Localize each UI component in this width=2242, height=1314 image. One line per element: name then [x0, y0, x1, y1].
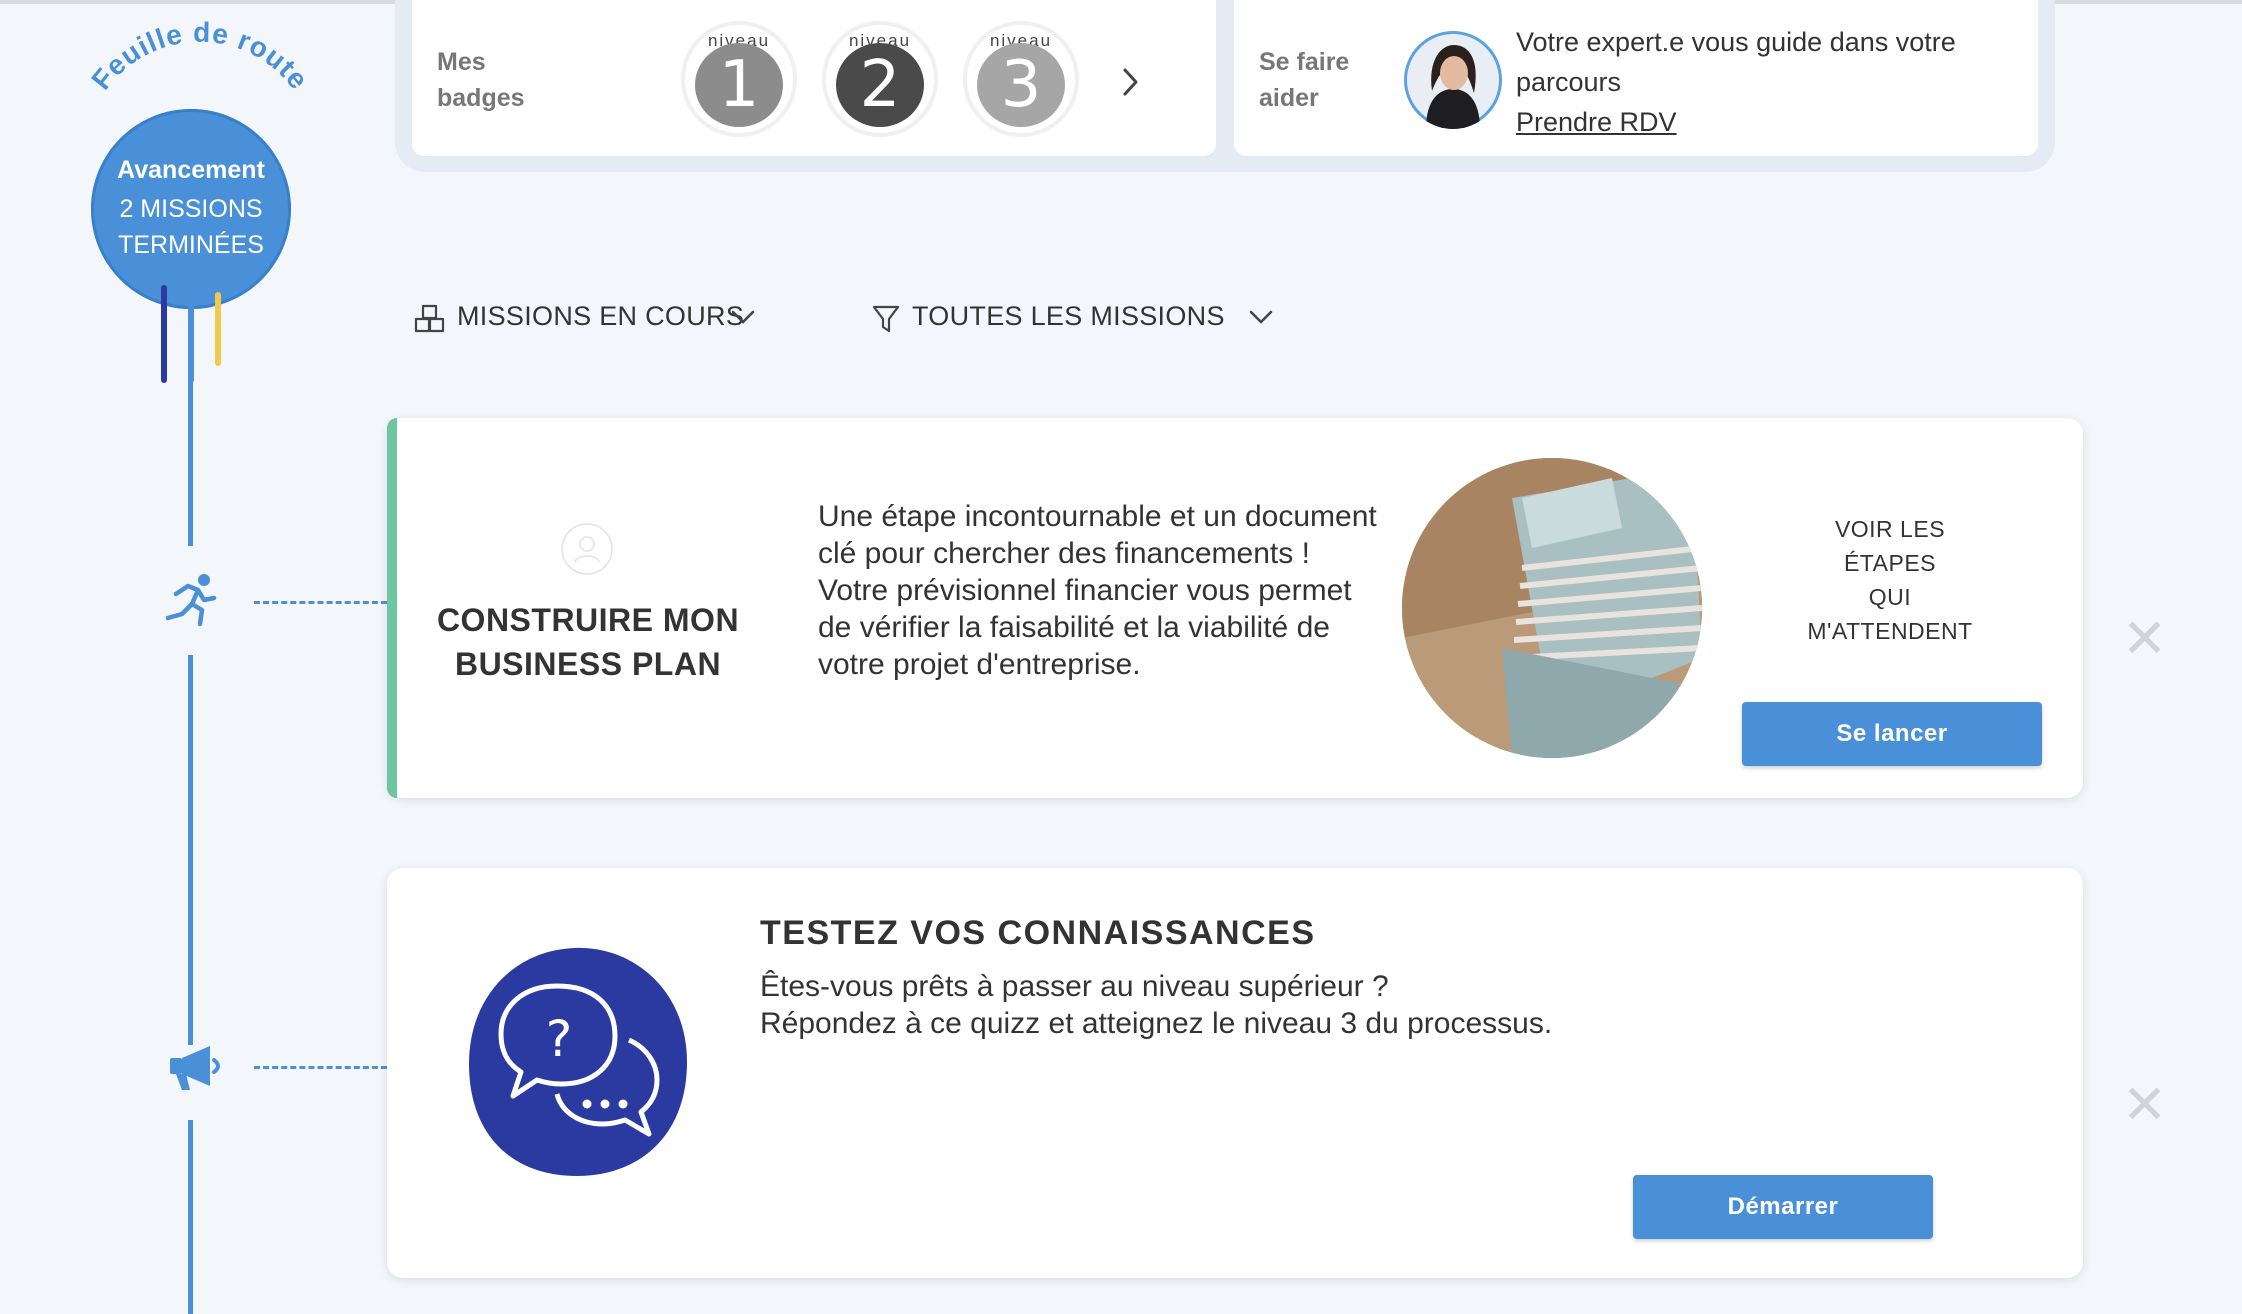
user-placeholder-icon	[561, 523, 613, 575]
help-label: Se faire aider	[1259, 44, 1349, 116]
badge-number: 1	[695, 43, 783, 127]
badge-level-3[interactable]: niveau 3	[967, 25, 1075, 133]
badge-number: 2	[836, 43, 924, 127]
help-label-line1: Se faire	[1259, 48, 1350, 76]
close-icon[interactable]: ✕	[2122, 1078, 2167, 1132]
progress-count: 2 MISSIONS	[119, 194, 263, 223]
badges-label-line1: Mes	[437, 48, 486, 76]
help-label-line2: aider	[1259, 84, 1319, 112]
running-person-icon	[165, 574, 217, 627]
badges-label-line2: badges	[437, 84, 525, 112]
mission-title: CONSTRUIRE MON BUSINESS PLAN	[418, 598, 758, 686]
steps-line2: ÉTAPES	[1843, 550, 1937, 576]
roadmap-title: Feuille de route	[85, 20, 313, 95]
start-mission-button[interactable]: Se lancer	[1742, 702, 2042, 766]
funnel-icon	[872, 305, 900, 333]
filter-all-missions[interactable]: TOUTES LES MISSIONS	[912, 301, 1225, 332]
boxes-icon	[414, 304, 445, 333]
timeline-line	[188, 655, 193, 1045]
timeline-line	[188, 1120, 193, 1314]
progress-title: Avancement	[117, 155, 265, 184]
timeline-line	[188, 378, 193, 546]
progress-circle: Avancement 2 MISSIONS TERMINÉES	[91, 109, 291, 309]
chevron-down-icon[interactable]	[730, 308, 756, 326]
megaphone-icon	[170, 1046, 220, 1090]
roadmap-arc-title: Feuille de route	[85, 20, 314, 95]
timeline-connector	[254, 601, 387, 604]
quiz-description: Êtes-vous prêts à passer au niveau supér…	[760, 968, 1960, 1042]
badges-label: Mes badges	[437, 44, 525, 116]
quiz-title: TESTEZ VOS CONNAISSANCES	[760, 914, 1316, 952]
help-description: Votre expert.e vous guide dans votre par…	[1516, 27, 1956, 97]
book-appointment-link[interactable]: Prendre RDV	[1516, 107, 1677, 137]
help-text-block: Votre expert.e vous guide dans votre par…	[1516, 22, 2016, 142]
badge-number: 3	[977, 43, 1065, 127]
svg-text:?: ?	[546, 1010, 573, 1068]
see-steps-link[interactable]: VOIR LES ÉTAPES QUI M'ATTENDENT	[1760, 512, 2020, 648]
start-quiz-button[interactable]: Démarrer	[1633, 1175, 1933, 1239]
progress-status: TERMINÉES	[118, 230, 264, 259]
filter-current-missions[interactable]: MISSIONS EN COURS	[457, 301, 744, 332]
quiz-description-line2: Répondez à ce quizz et atteignez le nive…	[760, 1007, 1553, 1040]
mission-card-accent	[387, 418, 397, 798]
badge-level-1[interactable]: niveau 1	[685, 25, 793, 133]
steps-line3: QUI	[1868, 584, 1912, 610]
mission-description: Une étape incontournable et un document …	[818, 500, 1377, 681]
timeline-connector	[254, 1066, 387, 1069]
expert-avatar	[1404, 31, 1502, 129]
mission-photo-file-folder	[1402, 458, 1702, 758]
badge-level-2[interactable]: niveau 2	[826, 25, 934, 133]
progress-bar-navy	[161, 285, 167, 383]
quiz-icon: ?	[469, 947, 687, 1176]
mission-title-line2: BUSINESS PLAN	[454, 646, 722, 682]
progress-bar-yellow	[215, 292, 221, 366]
progress-bar-blue	[188, 285, 194, 383]
svg-text:Feuille de route: Feuille de route	[85, 20, 314, 95]
steps-line4: M'ATTENDENT	[1807, 618, 1973, 644]
steps-line1: VOIR LES	[1834, 516, 1946, 542]
close-icon[interactable]: ✕	[2122, 612, 2167, 666]
chevron-down-icon[interactable]	[1248, 308, 1274, 326]
badges-card	[412, 0, 1216, 156]
quiz-description-line1: Êtes-vous prêts à passer au niveau supér…	[760, 970, 1389, 1003]
mission-title-line1: CONSTRUIRE MON	[436, 602, 740, 638]
chevron-right-icon[interactable]	[1120, 66, 1142, 98]
